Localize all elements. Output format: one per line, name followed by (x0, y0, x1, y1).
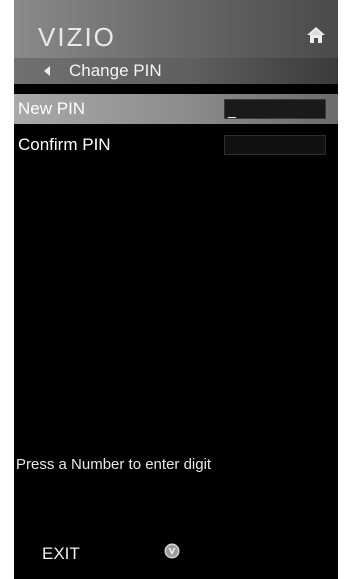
confirm-pin-row[interactable]: Confirm PIN (14, 130, 338, 160)
hint-text: Press a Number to enter digit (16, 456, 212, 473)
page-title: Change PIN (69, 61, 162, 80)
tv-menu-panel: VIZIO Change PIN New PIN _ Confirm PIN P… (14, 0, 338, 579)
home-icon[interactable] (306, 26, 326, 44)
new-pin-row[interactable]: New PIN _ (14, 94, 338, 124)
exit-button[interactable]: EXIT (42, 544, 80, 564)
vizio-logo: VIZIO (38, 22, 116, 52)
text-cursor: _ (228, 102, 236, 118)
page-title-bar[interactable]: Change PIN (14, 58, 338, 84)
new-pin-label: New PIN (18, 99, 86, 118)
new-pin-field[interactable]: _ (224, 99, 326, 119)
confirm-pin-field[interactable] (224, 135, 326, 155)
back-arrow-icon[interactable] (44, 66, 50, 76)
confirm-pin-label: Confirm PIN (18, 135, 111, 154)
v-button-icon[interactable] (164, 543, 180, 559)
header-bar: VIZIO (14, 0, 338, 58)
